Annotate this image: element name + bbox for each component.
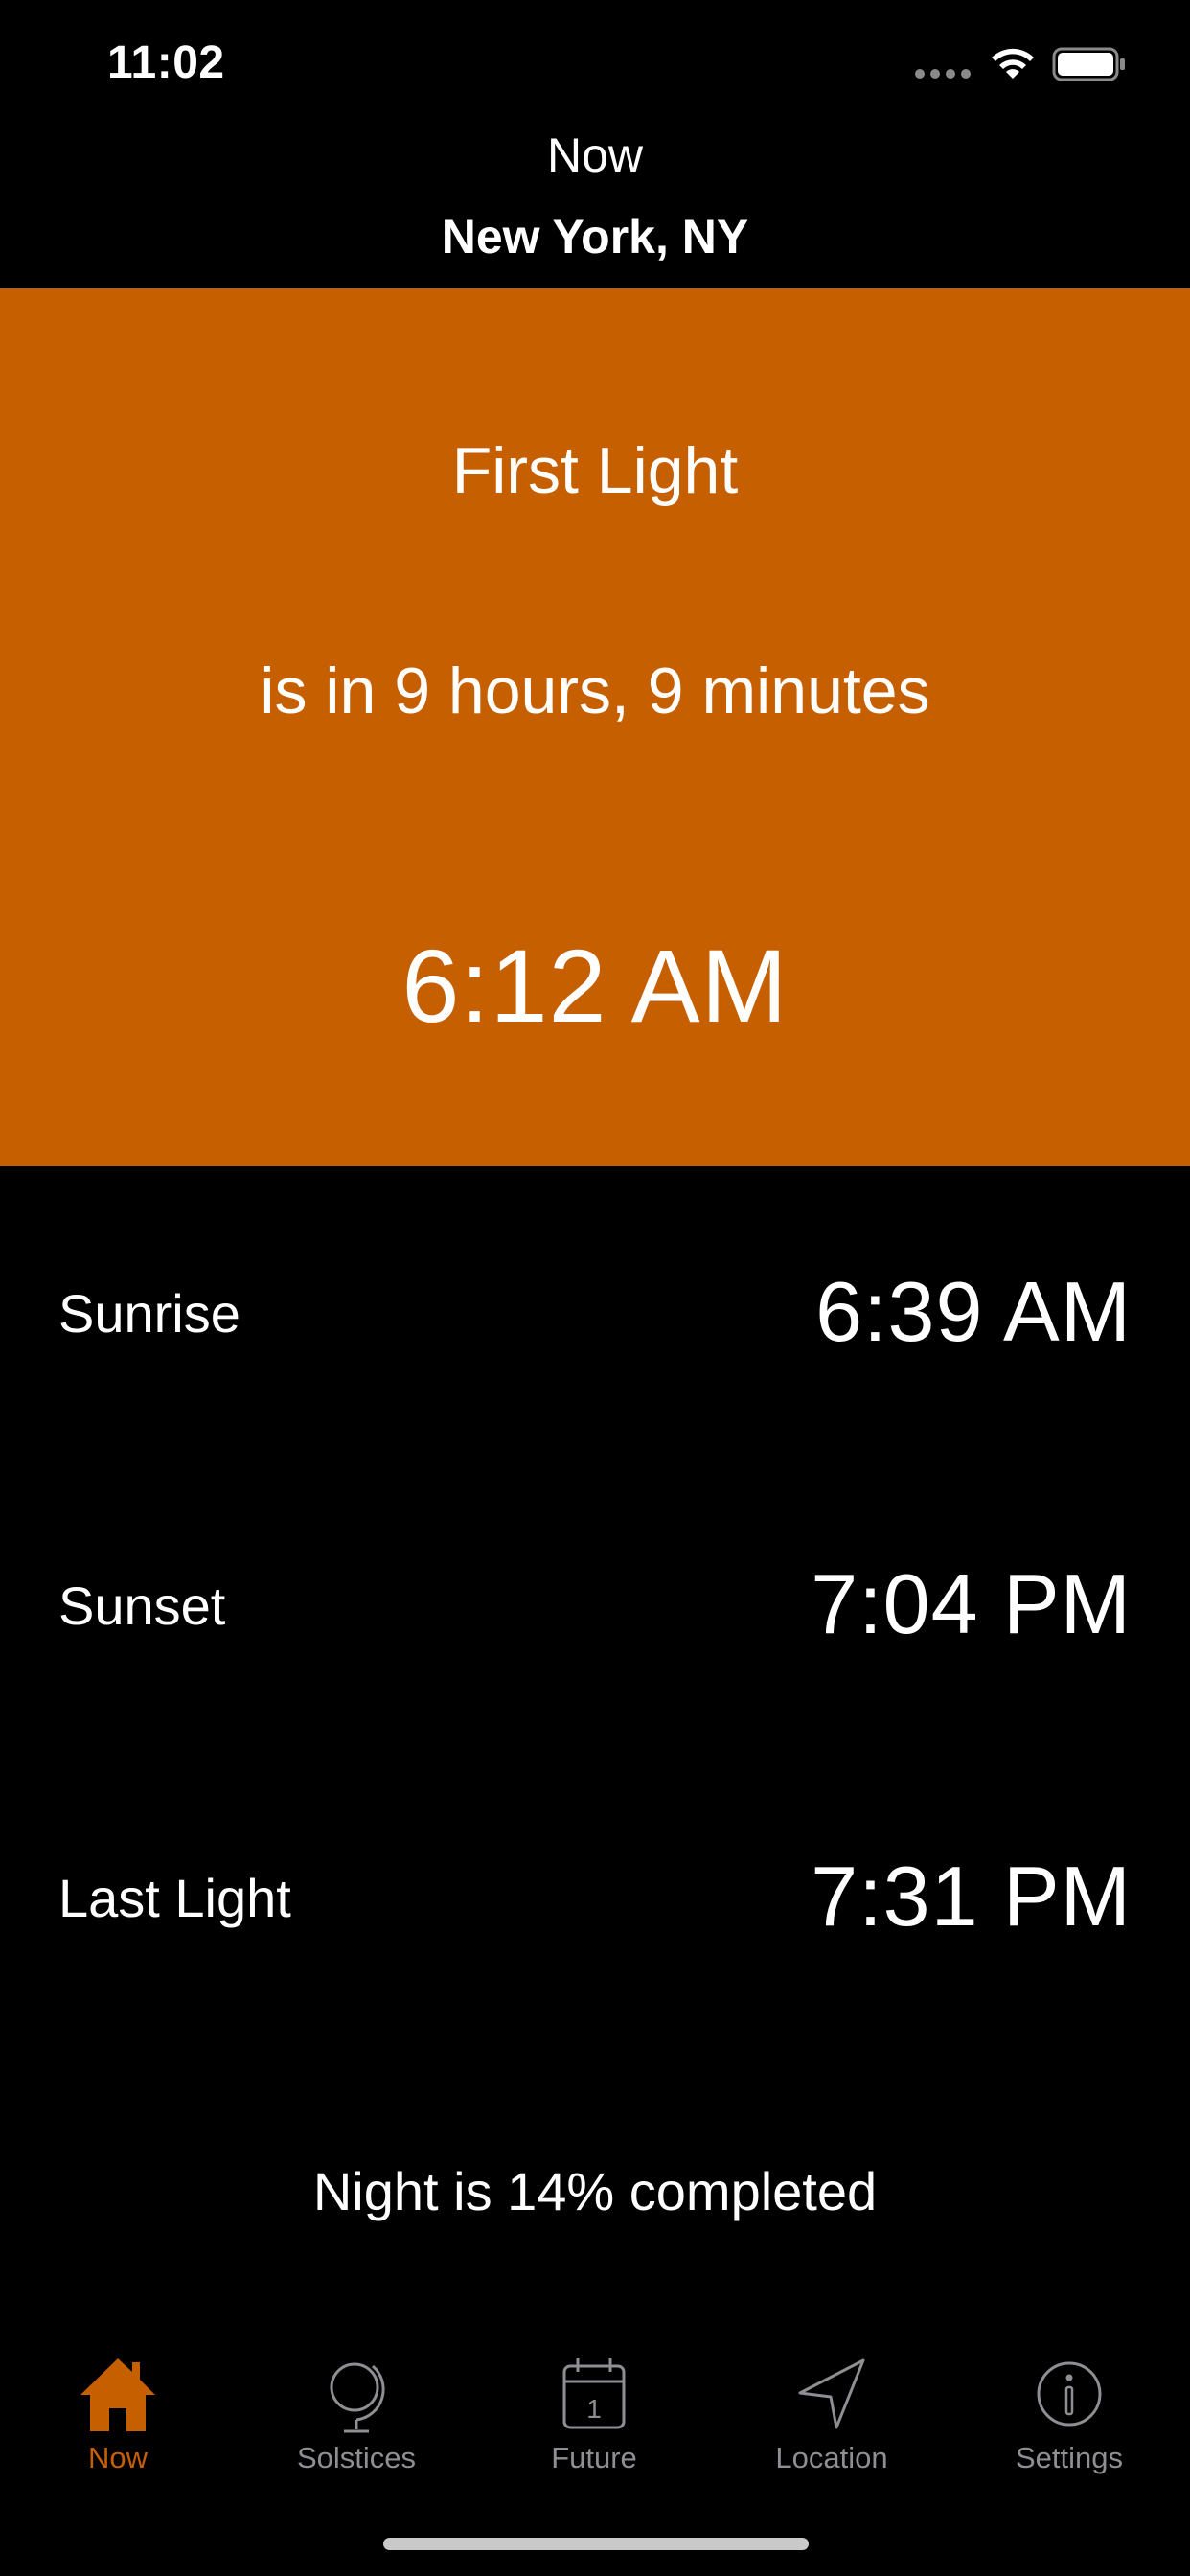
globe-icon <box>330 2362 385 2433</box>
tab-now[interactable]: Now <box>22 2353 214 2475</box>
tab-label: Location <box>775 2441 888 2474</box>
last-light-label: Last Light <box>58 1868 291 1928</box>
next-event-name: First Light <box>451 434 739 507</box>
tab-solstices[interactable]: Solstices <box>261 2353 452 2475</box>
sunset-time: 7:04 PM <box>811 1556 1132 1651</box>
next-event-countdown: is in 9 hours, 9 minutes <box>260 655 930 727</box>
svg-text:1: 1 <box>586 2394 602 2424</box>
wifi-icon <box>992 48 1034 79</box>
sunset-label: Sunset <box>58 1576 226 1636</box>
sunrise-time: 6:39 AM <box>815 1264 1132 1359</box>
tab-label: Solstices <box>296 2441 417 2474</box>
tab-label: Future <box>551 2441 637 2474</box>
cellular-signal-icon <box>915 69 971 79</box>
last-light-time: 7:31 PM <box>811 1849 1132 1944</box>
calendar-icon: 1 <box>562 2358 626 2429</box>
tab-label: Now <box>87 2441 148 2474</box>
sunrise-label: Sunrise <box>58 1283 240 1344</box>
home-indicator[interactable] <box>383 2538 809 2550</box>
nav-title: Now <box>546 128 644 182</box>
next-event-time: 6:12 AM <box>401 928 789 1044</box>
status-time: 11:02 <box>107 37 225 88</box>
location-arrow-icon <box>798 2358 865 2429</box>
nav-location: New York, NY <box>441 210 749 264</box>
info-icon <box>1037 2361 1102 2426</box>
battery-icon <box>1052 47 1125 81</box>
tab-location[interactable]: Location <box>736 2353 927 2475</box>
house-icon <box>80 2358 155 2431</box>
tab-future[interactable]: 1 Future <box>498 2353 690 2475</box>
tab-settings[interactable]: Settings <box>973 2353 1165 2475</box>
tab-label: Settings <box>1015 2441 1123 2474</box>
night-progress-text: Night is 14% completed <box>312 2161 878 2221</box>
